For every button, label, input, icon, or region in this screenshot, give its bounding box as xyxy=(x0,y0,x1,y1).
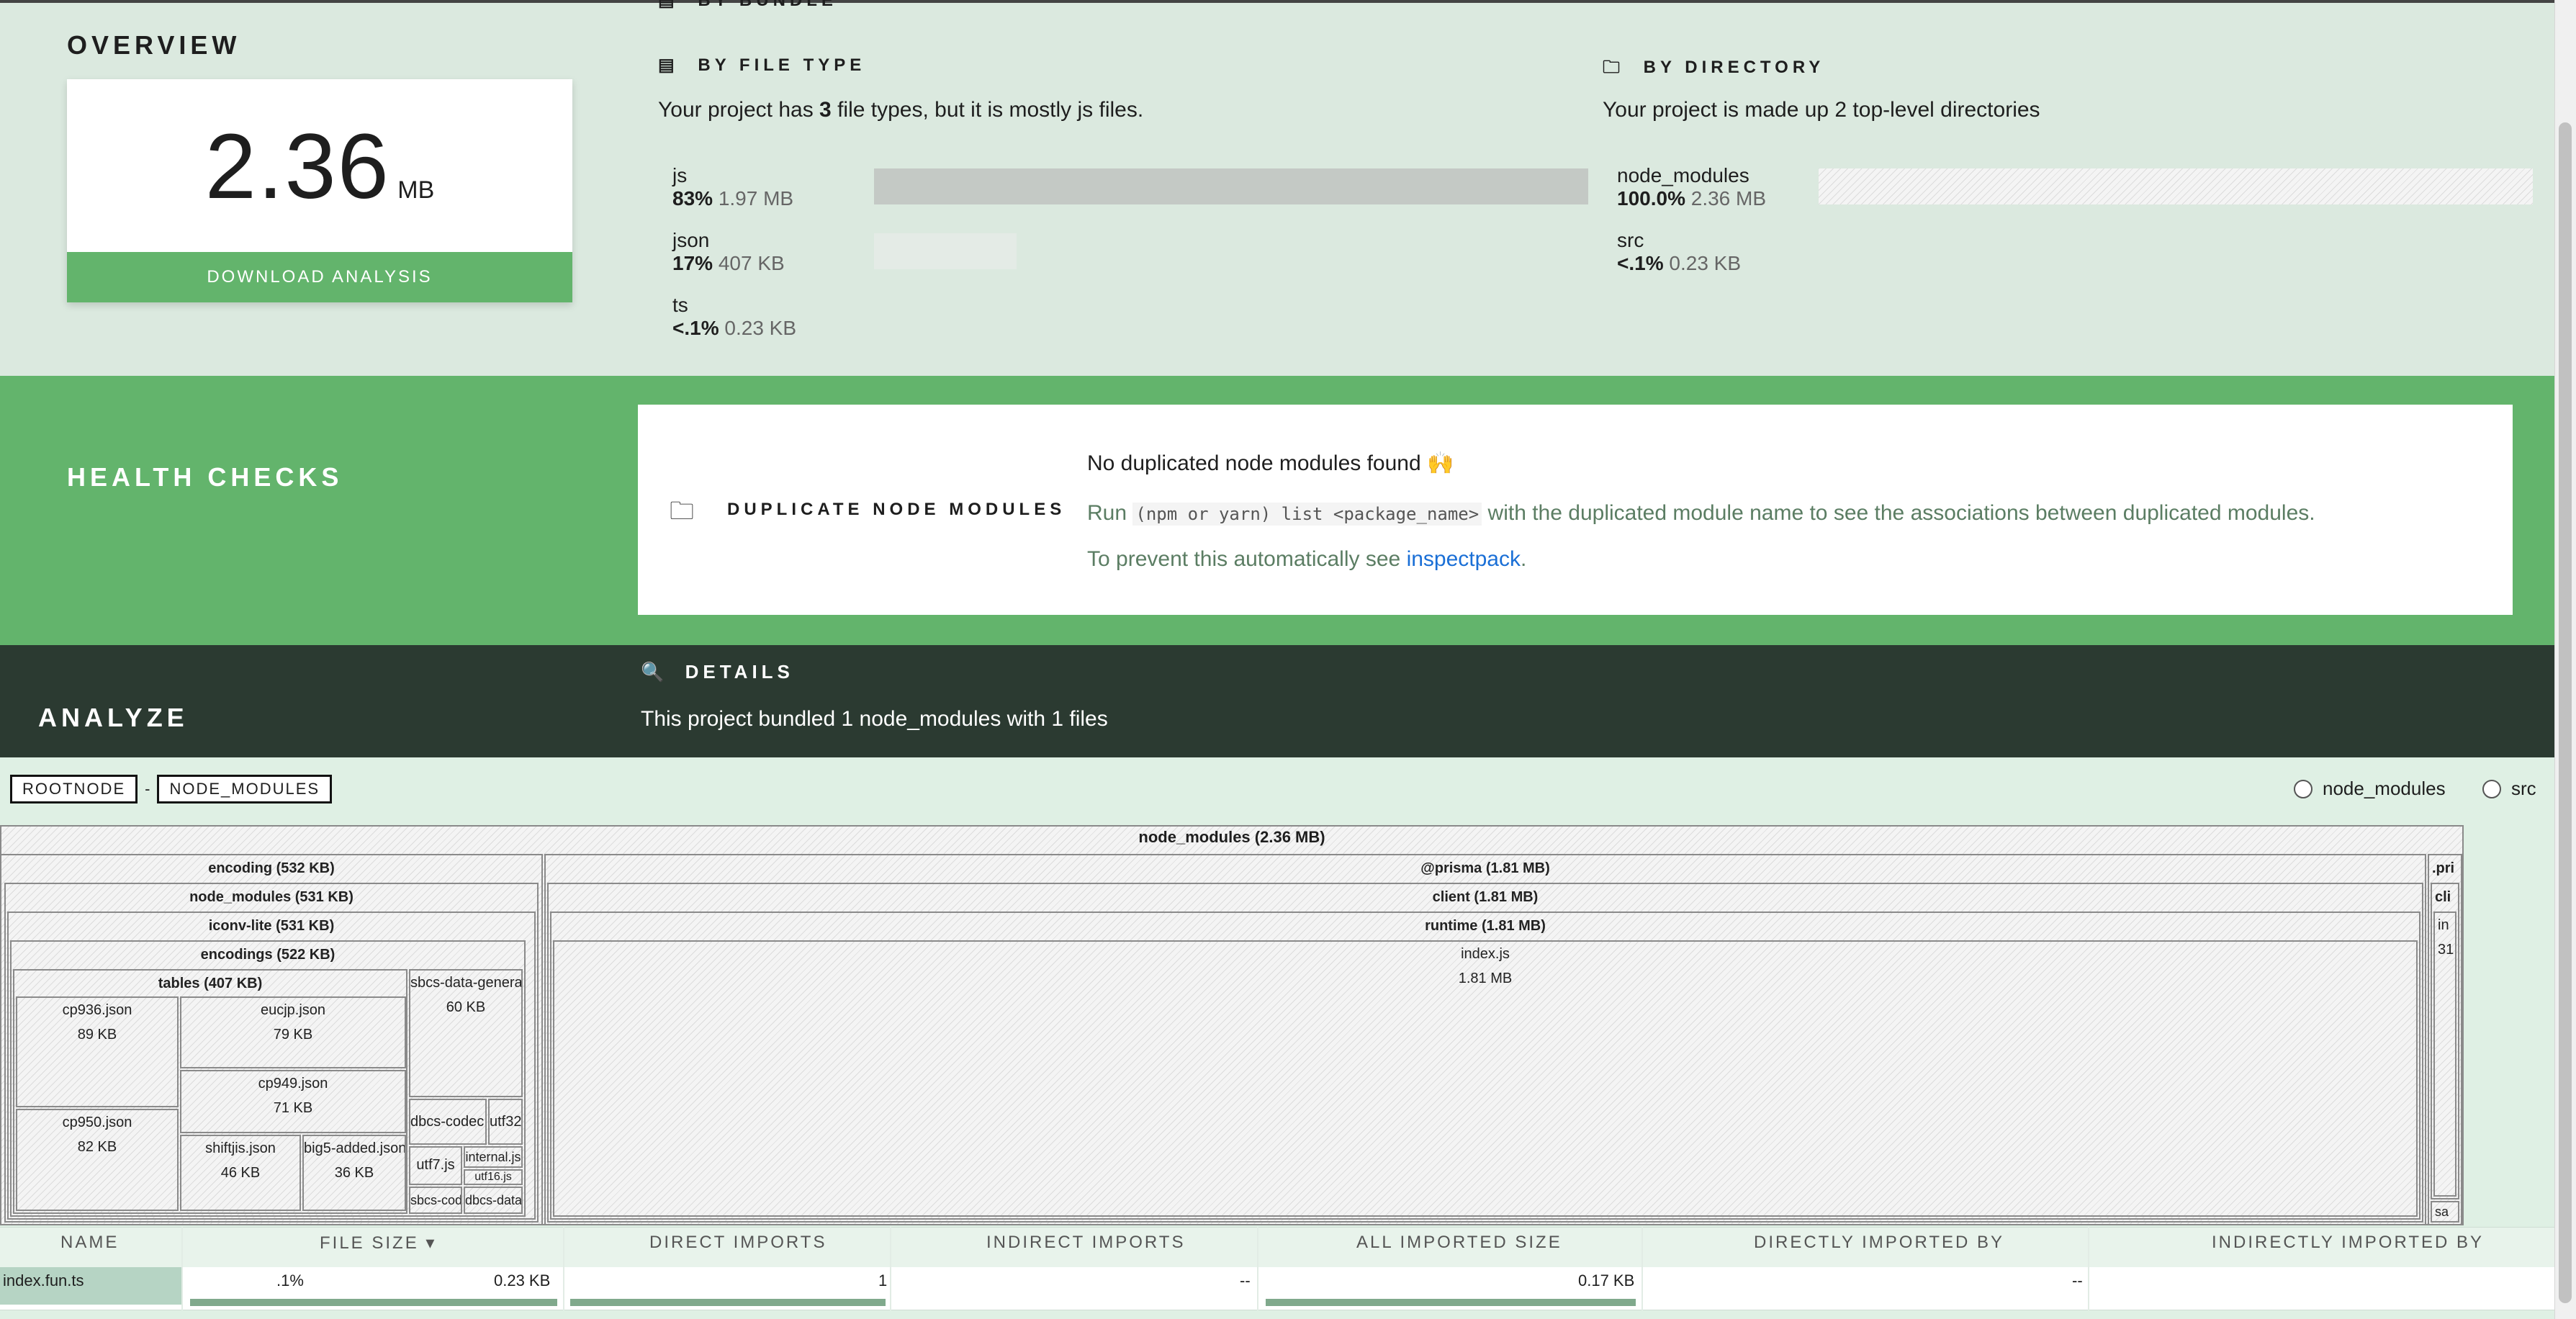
tm-small-file[interactable]: sbcs-codec.js xyxy=(409,1187,462,1214)
search-icon: 🔍 xyxy=(641,661,669,683)
file-type-row-json: json 17% 407 KB xyxy=(672,229,785,274)
all-imported-size-bar xyxy=(1266,1299,1636,1306)
col-header-directly-imported-by[interactable]: DIRECTLY IMPORTED BY xyxy=(1754,1233,2004,1253)
row-indirect-imports: -- xyxy=(1240,1271,1251,1289)
by-bundle-heading: ▤ BY BUNDLE xyxy=(658,0,837,11)
by-directory-heading: 🗀 BY DIRECTORY xyxy=(1603,58,1825,77)
col-header-indirectly-imported-by[interactable]: INDIRECTLY IMPORTED BY xyxy=(2212,1233,2484,1253)
tm-file[interactable]: eucjp.json 79 KB xyxy=(180,996,406,1068)
column-divider xyxy=(1641,1227,1643,1310)
tm-file[interactable]: cp949.json 71 KB xyxy=(180,1070,406,1133)
duplicate-modules-card: 🗀 DUPLICATE NODE MODULES No duplicated n… xyxy=(638,405,2513,615)
tm-file[interactable]: shiftjis.json 46 KB xyxy=(180,1135,301,1211)
column-divider xyxy=(563,1227,564,1310)
col-header-indirect-imports[interactable]: INDIRECT IMPORTS xyxy=(986,1233,1185,1253)
total-size-value: 2.36 xyxy=(204,115,390,218)
scrollbar-thumb[interactable] xyxy=(2559,122,2572,1303)
folder-icon: 🗀 xyxy=(670,498,694,525)
row-file-size-pct: .1% xyxy=(276,1271,304,1289)
file-type-row-ts: ts <.1% 0.23 KB xyxy=(672,294,797,339)
overview-section: OVERVIEW 2.36 MB DOWNLOAD ANALYSIS ▤ BY … xyxy=(0,0,2554,376)
column-divider xyxy=(1257,1227,1258,1310)
folder-icon: 🗀 xyxy=(1603,58,1624,77)
tm-small-file[interactable]: internal.js xyxy=(464,1146,523,1168)
column-divider xyxy=(181,1227,183,1310)
sort-down-icon: ▾ xyxy=(425,1233,437,1253)
tm-file[interactable]: cp936.json 89 KB xyxy=(16,996,179,1107)
col-header-file-size[interactable]: FILE SIZE ▾ xyxy=(320,1233,436,1253)
health-checks-title: HEALTH CHECKS xyxy=(67,462,343,492)
breadcrumb-node-modules[interactable]: NODE_MODULES xyxy=(157,775,333,803)
analyze-title: ANALYZE xyxy=(38,703,189,732)
tm-small-file[interactable]: dbcs-data.js xyxy=(464,1187,523,1214)
row-directly-imported-by: -- xyxy=(2072,1271,2083,1289)
duplicate-modules-heading: DUPLICATE NODE MODULES xyxy=(727,500,1066,519)
column-divider xyxy=(2088,1227,2089,1310)
directory-bar-node-modules xyxy=(1819,168,2533,204)
tm-file[interactable]: big5-added.json 36 KB xyxy=(302,1135,406,1211)
tm-in-stub[interactable]: in 31 xyxy=(2433,911,2456,1197)
breadcrumb-rootnode[interactable]: ROOTNODE xyxy=(10,775,138,803)
radio-circle xyxy=(2482,779,2501,798)
file-type-summary: Your project has 3 file types, but it is… xyxy=(658,98,1144,122)
row-all-imported-size: 0.17 KB xyxy=(1578,1271,1635,1289)
details-text: This project bundled 1 node_modules with… xyxy=(641,707,1108,731)
overview-title: OVERVIEW xyxy=(67,30,241,60)
total-size-card: 2.36 MB DOWNLOAD ANALYSIS xyxy=(67,79,572,302)
row-name[interactable]: index.fun.ts xyxy=(3,1271,84,1290)
inspectpack-link[interactable]: inspectpack xyxy=(1407,547,1521,571)
download-analysis-label: DOWNLOAD ANALYSIS xyxy=(207,267,433,287)
file-type-row-js: js 83% 1.97 MB xyxy=(672,164,794,210)
tm-small-file[interactable]: dbcs-codec.js xyxy=(409,1099,487,1145)
details-heading: 🔍 DETAILS xyxy=(641,661,794,683)
tm-file[interactable]: sbcs-data-generated.js 60 KB xyxy=(409,969,523,1097)
treemap-root-label: node_modules (2.36 MB) xyxy=(1138,828,1325,846)
bundle-icon: ▤ xyxy=(658,0,679,10)
column-divider xyxy=(890,1227,891,1310)
page-scrollbar[interactable] xyxy=(2554,0,2576,1319)
download-analysis-button[interactable]: DOWNLOAD ANALYSIS xyxy=(67,252,572,302)
radio-src[interactable]: src xyxy=(2482,778,2536,800)
analyze-header: ANALYZE 🔍 DETAILS This project bundled 1… xyxy=(0,645,2554,757)
file-type-bar-js xyxy=(874,168,1588,204)
total-size-unit: MB xyxy=(397,176,435,204)
file-size-bar xyxy=(190,1299,557,1306)
file-type-icon: ▤ xyxy=(658,55,679,75)
direct-imports-bar xyxy=(570,1299,886,1306)
tm-small-file[interactable]: utf16.js xyxy=(464,1169,523,1185)
radio-node-modules[interactable]: node_modules xyxy=(2294,778,2446,800)
by-file-type-heading: ▤ BY FILE TYPE xyxy=(658,55,866,75)
directory-row-node-modules: node_modules 100.0% 2.36 MB xyxy=(1617,164,1767,210)
row-direct-imports: 1 xyxy=(878,1271,888,1289)
health-checks-section: HEALTH CHECKS 🗀 DUPLICATE NODE MODULES N… xyxy=(0,376,2554,645)
col-header-name[interactable]: NAME xyxy=(60,1233,119,1253)
tm-small-file[interactable]: utf7.js xyxy=(409,1146,462,1185)
tm-small-file[interactable]: utf32.js xyxy=(488,1099,523,1145)
tm-index-js[interactable]: index.js 1.81 MB xyxy=(553,940,2418,1217)
col-header-direct-imports[interactable]: DIRECT IMPORTS xyxy=(649,1233,827,1253)
tm-file[interactable]: cp950.json 82 KB xyxy=(16,1109,179,1211)
row-file-size: 0.23 KB xyxy=(494,1271,551,1289)
col-header-all-imported-size[interactable]: ALL IMPORTED SIZE xyxy=(1356,1233,1562,1253)
duplicate-status: No duplicated node modules found 🙌 xyxy=(1087,451,1454,475)
breadcrumb: ROOTNODE - NODE_MODULES xyxy=(10,775,333,803)
duplicate-run-text: Run (npm or yarn) list <package_name> wi… xyxy=(1087,501,2315,526)
directory-row-src: src <.1% 0.23 KB xyxy=(1617,229,1742,274)
tm-sa-stub[interactable]: sa xyxy=(2431,1201,2459,1223)
list-command: (npm or yarn) list <package_name> xyxy=(1132,503,1482,526)
radio-circle xyxy=(2294,779,2312,798)
file-type-bar-json xyxy=(874,233,1017,269)
duplicate-prevent-text: To prevent this automatically see inspec… xyxy=(1087,547,1527,571)
directory-summary: Your project is made up 2 top-level dire… xyxy=(1603,98,2040,122)
